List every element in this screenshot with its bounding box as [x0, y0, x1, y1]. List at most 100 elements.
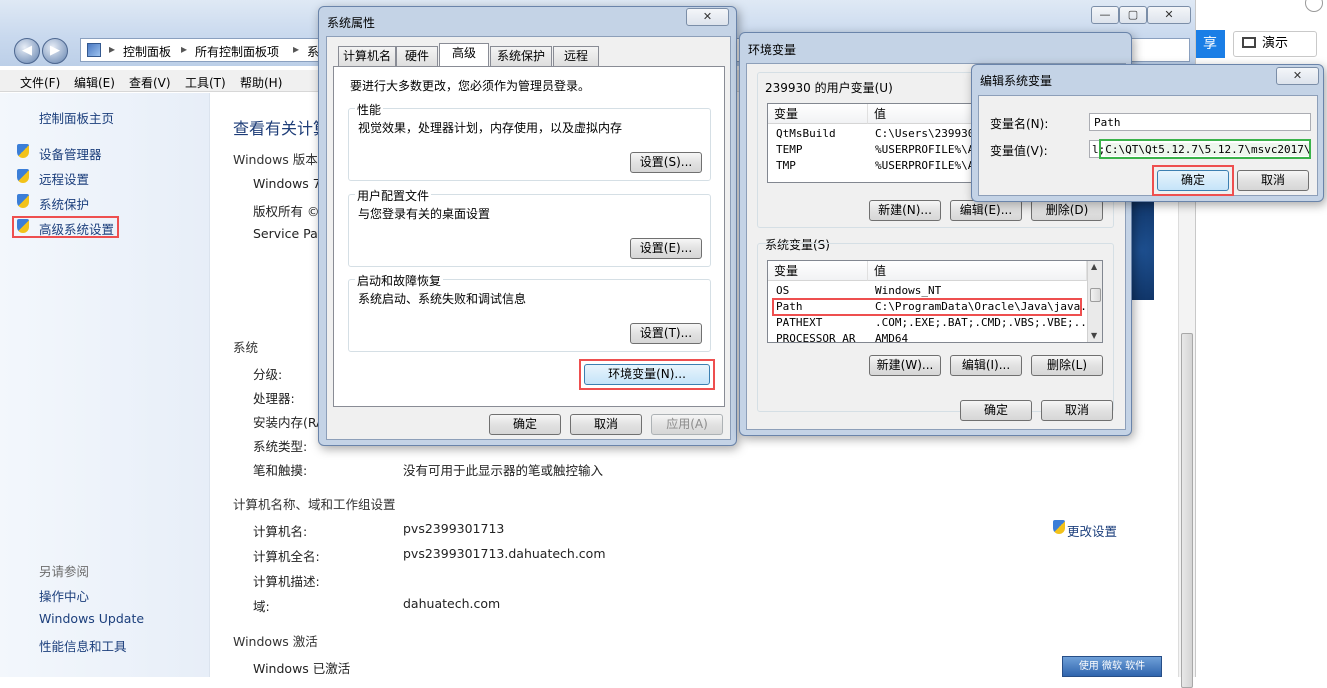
scrollbar-thumb[interactable]	[1181, 333, 1193, 688]
group-title: 启动和故障恢复	[355, 272, 444, 289]
device-manager-link[interactable]: 设备管理器	[39, 144, 102, 163]
genuine-badge-text: 使用 微软 软件	[1078, 661, 1146, 672]
close-button[interactable]: ✕	[1276, 67, 1319, 85]
memory-label: 安装内存(RA	[253, 415, 325, 430]
menu-tools[interactable]: 工具(T)	[185, 74, 226, 91]
menu-edit[interactable]: 编辑(E)	[74, 74, 115, 91]
menu-file[interactable]: 文件(F)	[20, 74, 60, 91]
var-name: PROCESSOR_AR	[776, 332, 856, 343]
edition-line: Service Pac	[253, 226, 325, 241]
menu-view[interactable]: 查看(V)	[129, 74, 171, 91]
forward-button[interactable]: ▶	[42, 38, 68, 64]
var-name: TMP	[776, 159, 796, 172]
computer-section-title: 计算机名称、域和工作组设置	[233, 497, 396, 512]
close-button[interactable]: ✕	[686, 8, 729, 26]
list-scrollbar[interactable]: ▲ ▼	[1087, 261, 1102, 342]
dialog-title: 编辑系统变量	[980, 74, 1053, 88]
share-label: 享	[1203, 36, 1217, 52]
column-header-name[interactable]: 变量	[768, 261, 868, 281]
list-item[interactable]: OS Windows_NT	[768, 283, 1087, 299]
system-protection-link[interactable]: 系统保护	[39, 194, 89, 213]
present-button[interactable]: 演示	[1233, 31, 1317, 57]
apply-button[interactable]: 应用(A)	[651, 414, 723, 435]
close-icon: ✕	[1164, 8, 1174, 21]
column-header-value[interactable]: 值	[868, 261, 1087, 281]
var-name: OS	[776, 284, 790, 297]
user-profiles-group: 用户配置文件 与您登录有关的桌面设置 设置(E)...	[348, 187, 711, 267]
maximize-button[interactable]: ▢	[1119, 6, 1147, 24]
tab-remote[interactable]: 远程	[553, 46, 599, 66]
windows-update-link[interactable]: Windows Update	[39, 611, 144, 626]
tab-hardware[interactable]: 硬件	[396, 46, 438, 66]
minimize-icon: —	[1099, 8, 1111, 21]
cancel-button[interactable]: 取消	[570, 414, 642, 435]
activation-status: Windows 已激活	[253, 661, 351, 676]
control-panel-home-link[interactable]: 控制面板主页	[39, 108, 114, 127]
action-center-link[interactable]: 操作中心	[39, 586, 89, 605]
change-settings-link[interactable]: 更改设置	[1067, 521, 1117, 540]
left-task-pane: 控制面板主页 设备管理器 远程设置 系统保护 高级系统设置 另请参阅 操作中心 …	[0, 93, 210, 677]
button-label: 设置(S)...	[639, 155, 693, 169]
ok-button[interactable]: 确定	[960, 400, 1032, 421]
edit-system-variable-dialog: 编辑系统变量 ✕ 变量名(N): Path 变量值(V): l;C:\QT\Qt…	[971, 64, 1324, 202]
window-controls: — ▢ ✕	[1091, 6, 1195, 26]
startup-recovery-settings-button[interactable]: 设置(T)...	[630, 323, 702, 344]
edition-line: Windows 7	[253, 176, 321, 191]
system-new-button[interactable]: 新建(W)...	[869, 355, 941, 376]
user-new-button[interactable]: 新建(N)...	[869, 200, 941, 221]
var-name-input[interactable]: Path	[1089, 113, 1311, 131]
close-icon: ✕	[702, 10, 713, 23]
cancel-button[interactable]: 取消	[1041, 400, 1113, 421]
remote-settings-link[interactable]: 远程设置	[39, 169, 89, 188]
pen-touch-value: 没有可用于此显示器的笔或触控输入	[403, 463, 604, 478]
group-desc: 系统启动、系统失败和调试信息	[358, 292, 527, 306]
control-panel-icon	[87, 43, 101, 57]
breadcrumb-control-panel[interactable]: 控制面板	[123, 43, 171, 60]
user-profiles-settings-button[interactable]: 设置(E)...	[630, 238, 702, 259]
scroll-up-icon[interactable]: ▲	[1091, 262, 1097, 271]
list-item[interactable]: PATHEXT .COM;.EXE;.BAT;.CMD;.VBS;.VBE;...…	[768, 315, 1100, 331]
tab-computer-name[interactable]: 计算机名	[338, 46, 396, 66]
system-delete-button[interactable]: 删除(L)	[1031, 355, 1103, 376]
button-label: 取消	[1260, 173, 1285, 187]
tab-label: 硬件	[404, 49, 429, 63]
dialog-title: 环境变量	[748, 43, 797, 57]
breadcrumb-all-items[interactable]: 所有控制面板项	[195, 43, 279, 60]
system-edit-button[interactable]: 编辑(I)...	[950, 355, 1022, 376]
list-item[interactable]: PROCESSOR_AR AMD64	[768, 331, 1087, 343]
button-label: 删除(D)	[1045, 203, 1089, 217]
button-label: 取消	[1064, 403, 1089, 417]
button-label: 应用(A)	[666, 417, 708, 431]
ok-button[interactable]: 确定	[489, 414, 561, 435]
var-value: C:\Users\239930\	[875, 127, 981, 140]
tab-advanced[interactable]: 高级	[439, 43, 489, 66]
genuine-badge[interactable]: 使用 微软 软件	[1062, 656, 1162, 677]
user-delete-button[interactable]: 删除(D)	[1031, 200, 1103, 221]
shield-icon	[16, 169, 30, 183]
column-header-name[interactable]: 变量	[768, 104, 868, 124]
cancel-button[interactable]: 取消	[1237, 170, 1309, 191]
shield-icon	[16, 144, 30, 158]
scroll-down-icon[interactable]: ▼	[1091, 331, 1097, 340]
back-button[interactable]: ◀	[14, 38, 40, 64]
circle-icon	[1305, 0, 1323, 12]
var-value: .COM;.EXE;.BAT;.CMD;.VBS;.VBE;....	[875, 316, 1101, 329]
highlight-box	[1099, 139, 1311, 159]
button-label: 编辑(E)...	[959, 203, 1013, 217]
close-button[interactable]: ✕	[1147, 6, 1191, 24]
minimize-button[interactable]: —	[1091, 6, 1119, 24]
var-name-label: 变量名(N):	[990, 117, 1049, 131]
user-edit-button[interactable]: 编辑(E)...	[950, 200, 1022, 221]
button-label: 新建(N)...	[878, 203, 932, 217]
scrollbar-thumb[interactable]	[1090, 288, 1101, 302]
menu-help[interactable]: 帮助(H)	[240, 74, 282, 91]
button-label: 删除(L)	[1046, 358, 1088, 372]
activation-title: Windows 激活	[233, 634, 318, 649]
performance-info-link[interactable]: 性能信息和工具	[39, 636, 127, 655]
header-label: 值	[874, 264, 887, 278]
tab-system-protection[interactable]: 系统保护	[490, 46, 552, 66]
share-button[interactable]: 享	[1195, 30, 1225, 58]
pen-touch-label: 笔和触摸:	[253, 463, 308, 478]
var-value: AMD64	[875, 332, 909, 343]
performance-settings-button[interactable]: 设置(S)...	[630, 152, 702, 173]
